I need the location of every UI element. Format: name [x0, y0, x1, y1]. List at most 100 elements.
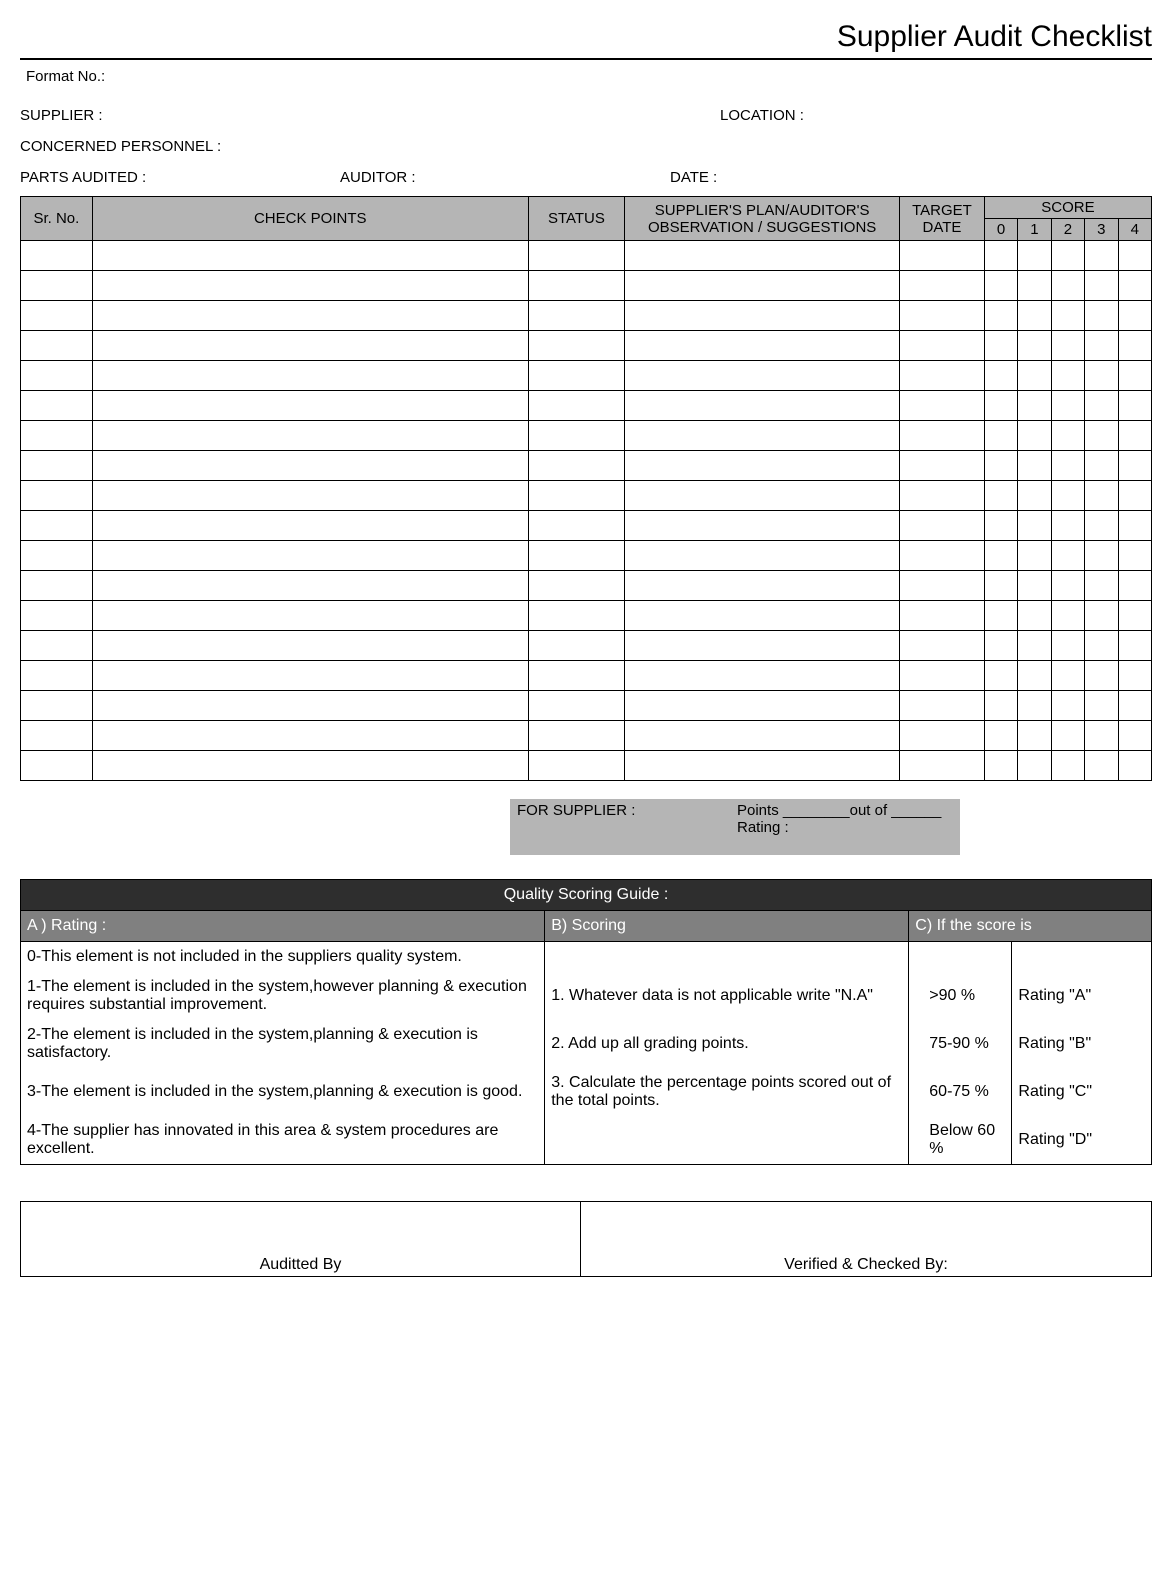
table-cell[interactable] — [528, 541, 625, 571]
table-cell[interactable] — [92, 301, 528, 331]
table-cell[interactable] — [984, 271, 1017, 301]
table-cell[interactable] — [625, 481, 900, 511]
table-cell[interactable] — [1085, 631, 1118, 661]
table-cell[interactable] — [528, 391, 625, 421]
table-cell[interactable] — [900, 541, 985, 571]
table-cell[interactable] — [984, 691, 1017, 721]
table-cell[interactable] — [1085, 271, 1118, 301]
table-cell[interactable] — [528, 331, 625, 361]
table-cell[interactable] — [1118, 571, 1152, 601]
table-cell[interactable] — [900, 511, 985, 541]
table-cell[interactable] — [1051, 661, 1084, 691]
table-cell[interactable] — [984, 361, 1017, 391]
table-cell[interactable] — [984, 241, 1017, 271]
table-cell[interactable] — [625, 601, 900, 631]
table-cell[interactable] — [1085, 481, 1118, 511]
table-cell[interactable] — [1051, 631, 1084, 661]
table-cell[interactable] — [1118, 301, 1152, 331]
table-cell[interactable] — [1118, 421, 1152, 451]
table-cell[interactable] — [528, 601, 625, 631]
table-cell[interactable] — [1118, 361, 1152, 391]
table-cell[interactable] — [625, 691, 900, 721]
table-cell[interactable] — [92, 661, 528, 691]
table-cell[interactable] — [1118, 661, 1152, 691]
table-cell[interactable] — [92, 601, 528, 631]
table-cell[interactable] — [92, 541, 528, 571]
table-cell[interactable] — [1018, 601, 1051, 631]
table-cell[interactable] — [92, 271, 528, 301]
table-cell[interactable] — [92, 421, 528, 451]
table-cell[interactable] — [1018, 751, 1051, 781]
table-cell[interactable] — [900, 751, 985, 781]
table-cell[interactable] — [1085, 661, 1118, 691]
table-cell[interactable] — [92, 331, 528, 361]
table-cell[interactable] — [900, 331, 985, 361]
table-cell[interactable] — [92, 631, 528, 661]
table-cell[interactable] — [984, 571, 1017, 601]
table-cell[interactable] — [528, 751, 625, 781]
table-cell[interactable] — [1018, 541, 1051, 571]
table-cell[interactable] — [1118, 751, 1152, 781]
table-cell[interactable] — [1085, 751, 1118, 781]
table-cell[interactable] — [21, 631, 93, 661]
table-cell[interactable] — [1118, 331, 1152, 361]
table-cell[interactable] — [21, 571, 93, 601]
table-cell[interactable] — [1085, 331, 1118, 361]
table-cell[interactable] — [625, 241, 900, 271]
table-cell[interactable] — [625, 571, 900, 601]
table-cell[interactable] — [900, 571, 985, 601]
table-cell[interactable] — [900, 391, 985, 421]
table-cell[interactable] — [1051, 421, 1084, 451]
table-cell[interactable] — [900, 481, 985, 511]
table-cell[interactable] — [1018, 721, 1051, 751]
table-cell[interactable] — [1085, 421, 1118, 451]
table-cell[interactable] — [528, 271, 625, 301]
table-cell[interactable] — [1085, 241, 1118, 271]
table-cell[interactable] — [984, 511, 1017, 541]
table-cell[interactable] — [1118, 601, 1152, 631]
table-cell[interactable] — [92, 571, 528, 601]
table-cell[interactable] — [1051, 691, 1084, 721]
table-cell[interactable] — [900, 421, 985, 451]
table-cell[interactable] — [984, 481, 1017, 511]
table-cell[interactable] — [528, 511, 625, 541]
table-cell[interactable] — [900, 661, 985, 691]
table-cell[interactable] — [625, 661, 900, 691]
table-cell[interactable] — [1018, 271, 1051, 301]
table-cell[interactable] — [21, 541, 93, 571]
table-cell[interactable] — [625, 361, 900, 391]
table-cell[interactable] — [984, 721, 1017, 751]
table-cell[interactable] — [984, 661, 1017, 691]
table-cell[interactable] — [984, 301, 1017, 331]
table-cell[interactable] — [1051, 571, 1084, 601]
table-cell[interactable] — [625, 631, 900, 661]
table-cell[interactable] — [984, 391, 1017, 421]
table-cell[interactable] — [92, 451, 528, 481]
table-cell[interactable] — [900, 721, 985, 751]
table-cell[interactable] — [528, 481, 625, 511]
table-cell[interactable] — [1118, 451, 1152, 481]
table-cell[interactable] — [1018, 661, 1051, 691]
table-cell[interactable] — [1051, 331, 1084, 361]
table-cell[interactable] — [984, 601, 1017, 631]
table-cell[interactable] — [984, 541, 1017, 571]
table-cell[interactable] — [1018, 481, 1051, 511]
table-cell[interactable] — [1018, 511, 1051, 541]
table-cell[interactable] — [1085, 451, 1118, 481]
table-cell[interactable] — [1118, 721, 1152, 751]
table-cell[interactable] — [625, 271, 900, 301]
table-cell[interactable] — [1018, 631, 1051, 661]
table-cell[interactable] — [528, 361, 625, 391]
table-cell[interactable] — [21, 661, 93, 691]
table-cell[interactable] — [1118, 691, 1152, 721]
table-cell[interactable] — [21, 331, 93, 361]
table-cell[interactable] — [625, 301, 900, 331]
table-cell[interactable] — [625, 391, 900, 421]
table-cell[interactable] — [900, 241, 985, 271]
table-cell[interactable] — [1085, 541, 1118, 571]
table-cell[interactable] — [625, 511, 900, 541]
table-cell[interactable] — [1051, 271, 1084, 301]
table-cell[interactable] — [1018, 301, 1051, 331]
table-cell[interactable] — [528, 451, 625, 481]
table-cell[interactable] — [528, 631, 625, 661]
